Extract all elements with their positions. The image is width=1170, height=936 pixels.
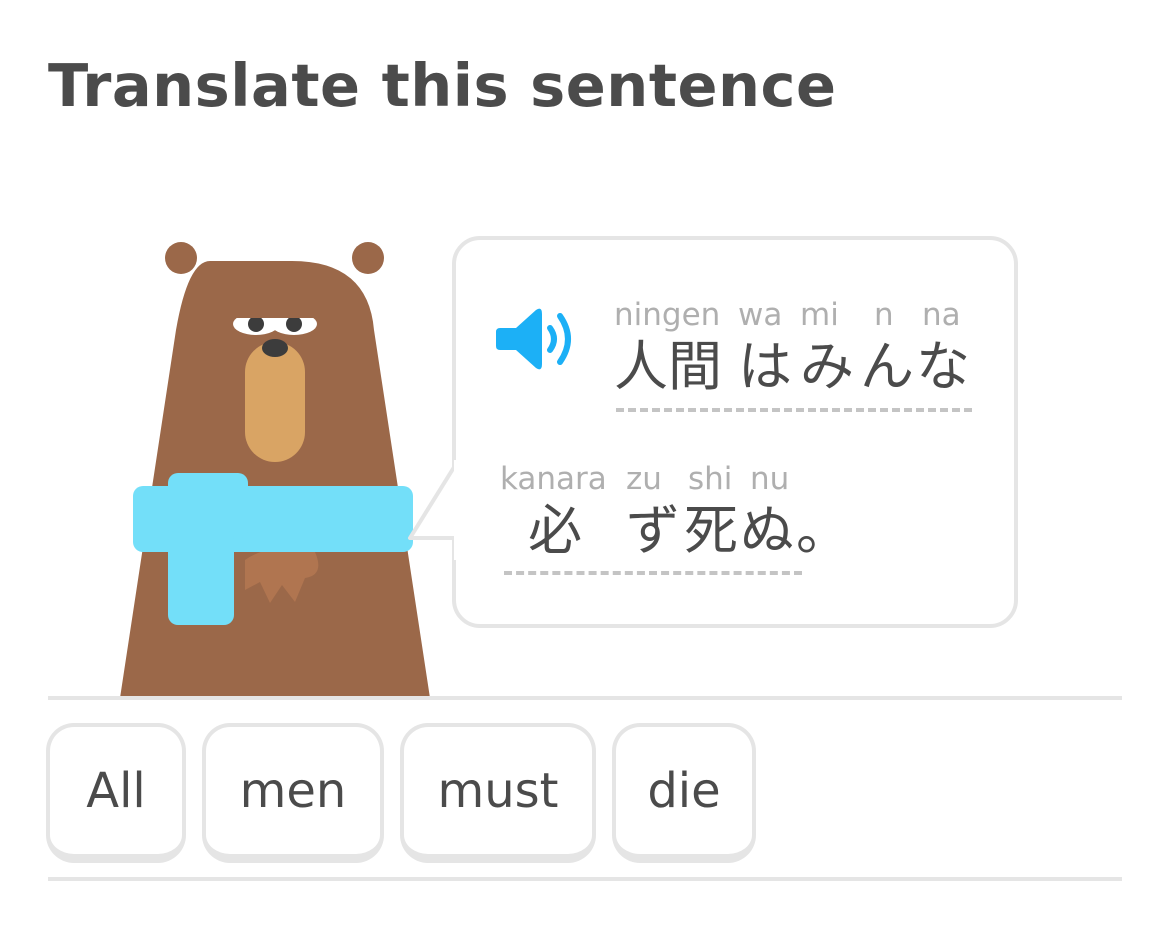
token-text: 人間 (614, 335, 722, 398)
token-text: み (800, 335, 854, 398)
prompt-token-kanara[interactable]: kanara 必 (500, 461, 607, 562)
token-reading: nu (750, 461, 790, 497)
token-underline (504, 571, 802, 575)
token-reading: shi (688, 461, 733, 497)
token-text: 死 (684, 499, 738, 562)
chip-label: die (647, 762, 721, 819)
token-reading: wa (738, 297, 783, 333)
token-reading: na (922, 297, 961, 333)
speaker-icon[interactable] (494, 306, 582, 372)
word-chip-all[interactable]: All (46, 723, 186, 863)
prompt-token-n[interactable]: n ん (860, 297, 914, 398)
token-text: 必 (528, 499, 582, 562)
token-text: ぬ (740, 499, 794, 562)
chip-label: All (86, 762, 146, 819)
token-text: ん (860, 335, 914, 398)
prompt-token-zu[interactable]: zu ず (626, 461, 680, 562)
prompt-token-shi[interactable]: shi 死 (684, 461, 738, 562)
token-reading: ningen (614, 297, 721, 333)
page-title: Translate this sentence (48, 51, 837, 120)
token-reading: mi (800, 297, 839, 333)
token-text: な (916, 335, 970, 398)
token-text: 。 (796, 499, 850, 562)
token-reading: kanara (500, 461, 607, 497)
prompt-token-na[interactable]: na な (916, 297, 970, 398)
bear-character (120, 242, 430, 698)
prompt-token-period: 。 (796, 500, 850, 562)
token-text: は (738, 335, 792, 398)
answer-line-bottom (48, 877, 1122, 881)
speech-bubble-tail (408, 460, 460, 560)
answer-line-top (48, 696, 1122, 700)
prompt-token-nu[interactable]: nu ぬ (740, 461, 794, 562)
word-chip-die[interactable]: die (612, 723, 756, 863)
token-text: ず (626, 499, 680, 562)
chip-label: must (437, 762, 559, 819)
prompt-token-wa[interactable]: wa は (738, 297, 792, 398)
token-reading: zu (626, 461, 662, 497)
word-chip-must[interactable]: must (400, 723, 596, 863)
token-underline (616, 408, 972, 412)
word-chip-men[interactable]: men (202, 723, 384, 863)
chip-label: men (239, 762, 347, 819)
prompt-token-ningen[interactable]: ningen 人間 (614, 297, 722, 398)
speech-bubble (452, 236, 1018, 628)
token-reading: n (874, 297, 894, 333)
prompt-token-mi[interactable]: mi み (800, 297, 854, 398)
